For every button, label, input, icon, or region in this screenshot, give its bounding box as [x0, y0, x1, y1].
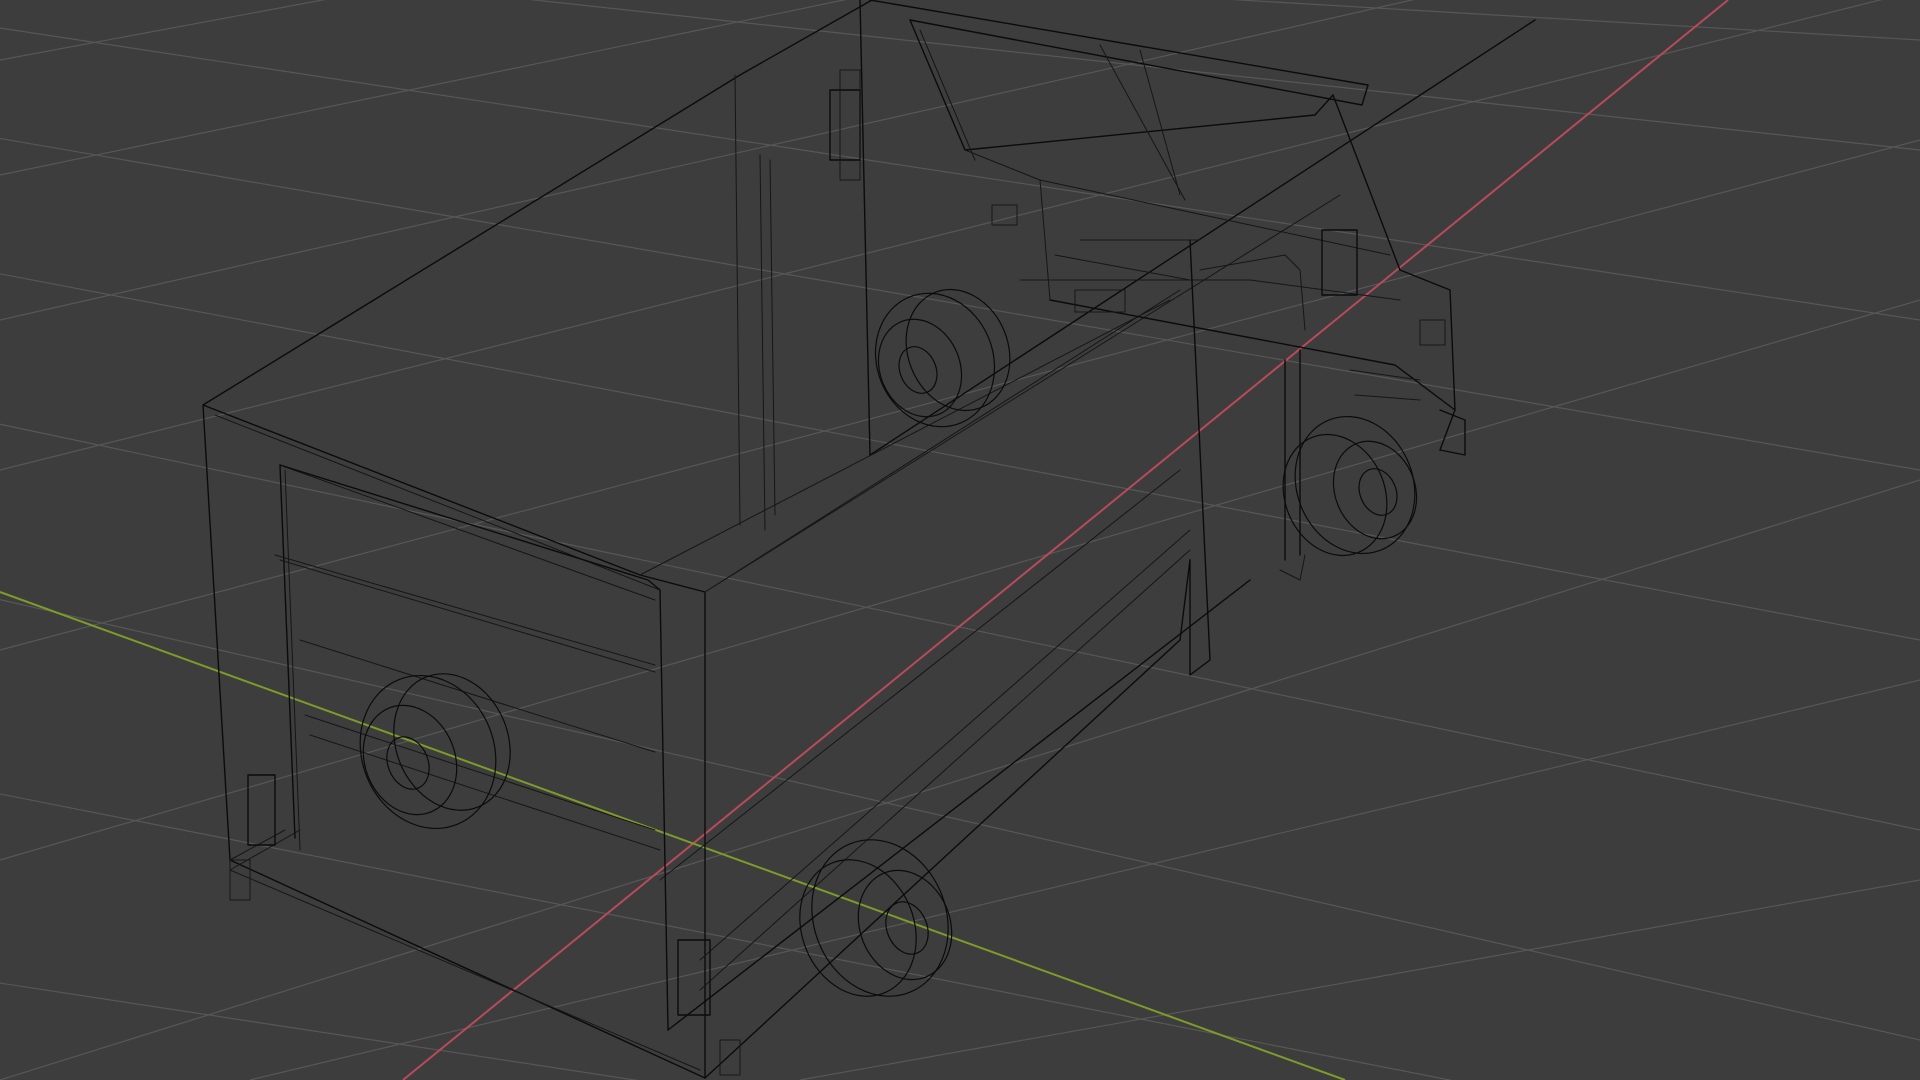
cargo-box	[202, 0, 1536, 1079]
viewport-canvas[interactable]	[0, 0, 1920, 1080]
wheel-front-right	[1282, 415, 1418, 557]
x-axis-line	[402, 0, 1729, 1080]
truck-wireframe[interactable]	[202, 0, 1536, 1079]
wheel-rear-right	[799, 839, 953, 997]
3d-viewport[interactable]	[0, 0, 1920, 1080]
y-axis-line	[0, 591, 1346, 1080]
wheel-front-left	[874, 288, 1011, 428]
cab	[829, 0, 1466, 676]
